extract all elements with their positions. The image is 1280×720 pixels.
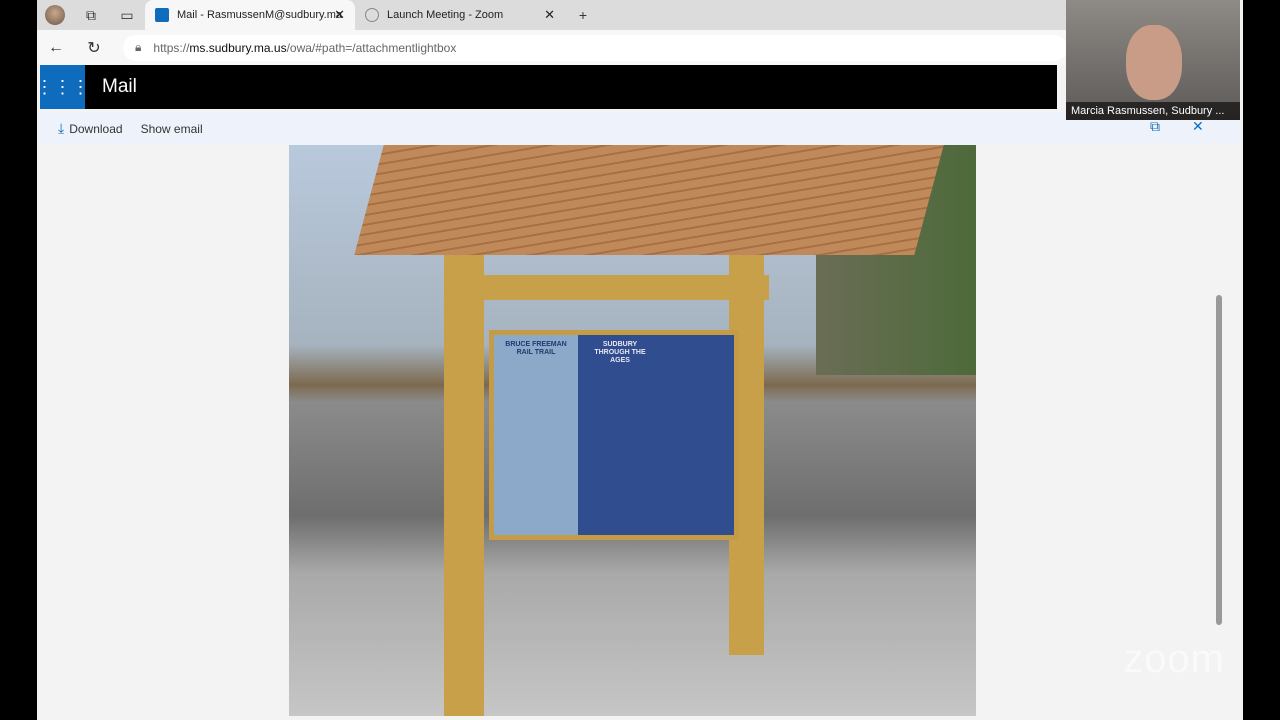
kiosk-roof [354, 145, 944, 255]
app-launcher-icon[interactable]: ⋮⋮⋮ [36, 65, 90, 109]
scrollbar[interactable] [1212, 145, 1226, 720]
url-prefix: https:// [153, 40, 190, 55]
tab-zoom[interactable]: Launch Meeting - Zoom ✕ [355, 0, 565, 30]
kiosk-beam [479, 275, 769, 300]
attachment-image: BRUCE FREEMAN RAIL TRAIL SUDBURY THROUGH… [289, 145, 976, 716]
browser-window: ⧉ ▭ Mail - RasmussenM@sudbury.ma ✕ Launc… [36, 0, 1243, 720]
popout-icon[interactable]: ⧉ [1150, 118, 1160, 135]
app-header: ⋮⋮⋮ Mail [36, 65, 1057, 109]
sign-title: BRUCE FREEMAN RAIL TRAIL [505, 341, 567, 356]
download-icon: ⤓ [58, 120, 65, 136]
kiosk-post [444, 255, 484, 716]
tab-actions-icon[interactable]: ▭ [109, 0, 145, 30]
avatar [45, 5, 65, 25]
participant-video [1126, 25, 1182, 100]
tab-label: Launch Meeting - Zoom [387, 9, 504, 21]
address-input[interactable]: 🔒︎ https://ms.sudbury.ma.us/owa/#path=/a… [123, 34, 1067, 61]
lightbox-controls: ⧉ ✕ [1150, 118, 1204, 135]
close-tab-icon[interactable]: ✕ [544, 7, 555, 23]
tab-mail[interactable]: Mail - RasmussenM@sudbury.ma ✕ [145, 0, 355, 30]
address-bar-row: ← ↻ 🔒︎ https://ms.sudbury.ma.us/owa/#pat… [37, 30, 1067, 65]
url-domain: ms.sudbury.ma.us [189, 40, 287, 55]
close-icon[interactable]: ✕ [1192, 118, 1204, 135]
participant-name: Marcia Rasmussen, Sudbury ... [1066, 102, 1240, 120]
profile-button[interactable] [37, 0, 73, 30]
zoom-watermark: zoom [1123, 637, 1225, 681]
workspaces-icon[interactable]: ⧉ [73, 0, 109, 30]
lightbox-toolbar: ⤓ Download Show email [40, 112, 1240, 145]
url-path: /owa/#path=/attachmentlightbox [286, 40, 457, 55]
trail-sign: BRUCE FREEMAN RAIL TRAIL SUDBURY THROUGH… [489, 330, 739, 540]
back-icon[interactable]: ← [37, 39, 75, 57]
tab-label: Mail - RasmussenM@sudbury.ma [177, 9, 343, 21]
show-email-button[interactable]: Show email [141, 122, 203, 136]
lock-icon: 🔒︎ [135, 40, 142, 54]
new-tab-button[interactable]: + [565, 0, 601, 30]
outlook-icon [155, 8, 169, 22]
tab-bar: ⧉ ▭ Mail - RasmussenM@sudbury.ma ✕ Launc… [37, 0, 1067, 30]
zoom-video-thumbnail[interactable]: Marcia Rasmussen, Sudbury ... [1066, 0, 1240, 120]
app-title: Mail [102, 76, 137, 97]
download-button[interactable]: ⤓ Download [58, 120, 123, 137]
close-tab-icon[interactable]: ✕ [334, 7, 345, 23]
refresh-icon[interactable]: ↻ [75, 38, 113, 58]
download-label: Download [69, 121, 123, 136]
show-email-label: Show email [140, 121, 203, 136]
scrollbar-thumb[interactable] [1216, 295, 1222, 625]
attachment-viewer: BRUCE FREEMAN RAIL TRAIL SUDBURY THROUGH… [40, 145, 1226, 720]
sign-subtitle: SUDBURY THROUGH THE AGES [594, 341, 646, 364]
globe-icon [365, 8, 379, 22]
